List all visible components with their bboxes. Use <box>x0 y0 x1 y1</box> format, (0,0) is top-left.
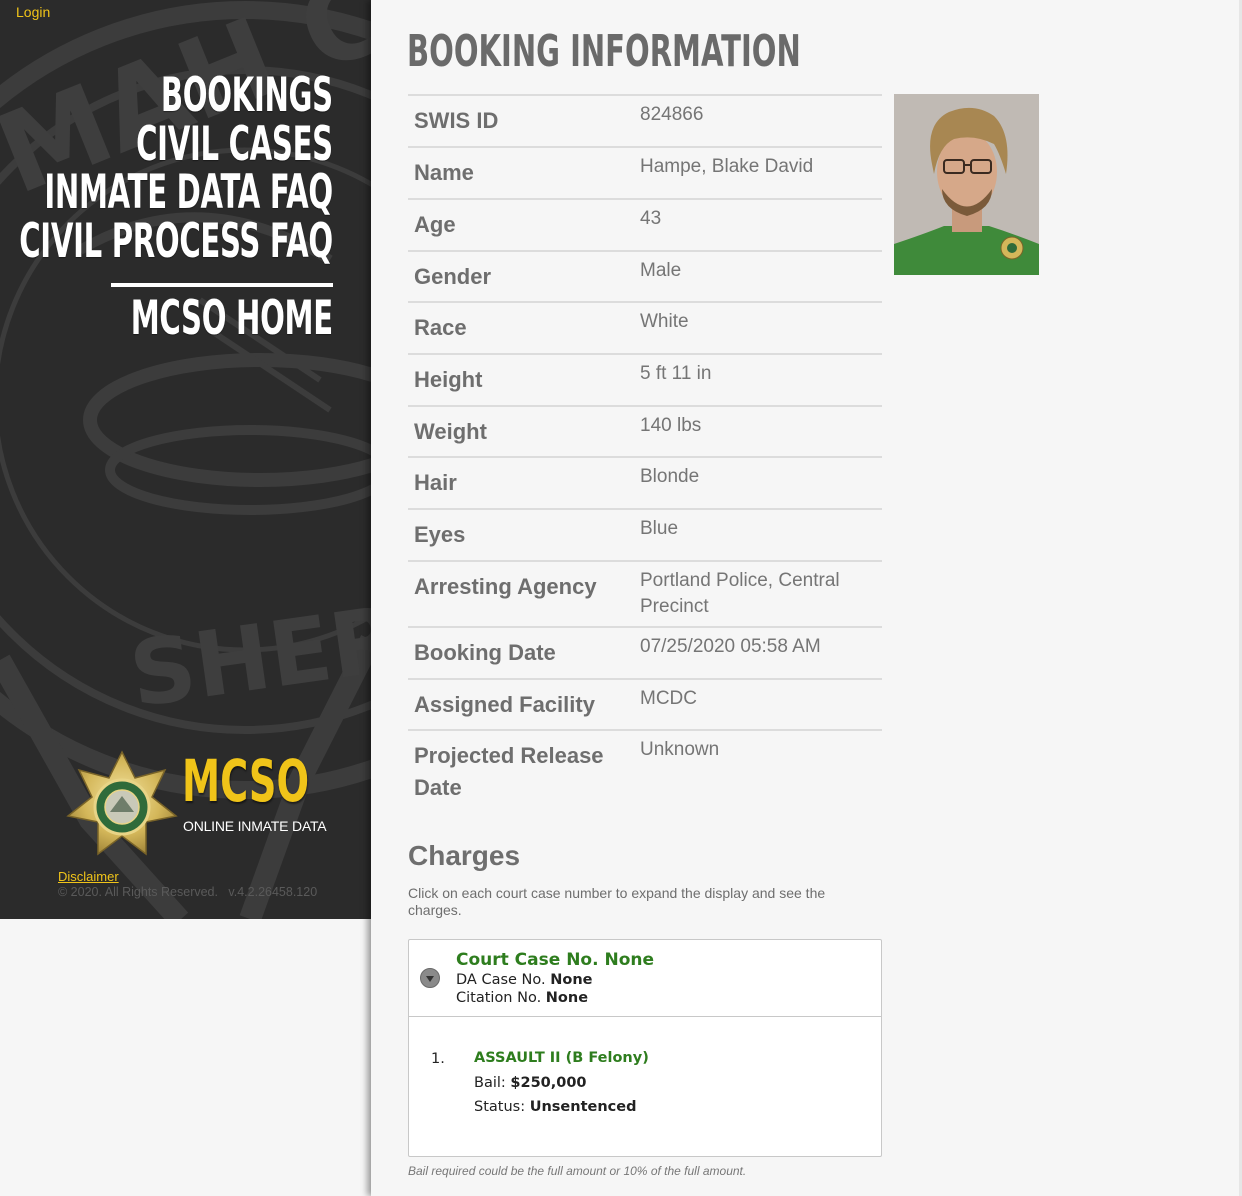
da-case-label: DA Case No. <box>456 972 546 988</box>
field-value: Male <box>634 250 882 302</box>
table-row: Booking Date 07/25/2020 05:58 AM <box>408 626 882 679</box>
field-value: 5 ft 11 in <box>634 353 882 406</box>
court-case-header[interactable]: Court Case No. None DA Case No. None Cit… <box>409 940 881 1017</box>
field-label: Hair <box>408 456 634 509</box>
field-label: Eyes <box>408 508 634 561</box>
main-nav: BOOKINGS CIVIL CASES INMATE DATA FAQ CIV… <box>0 71 334 344</box>
mcso-logo[interactable]: MCSO ONLINE INMATE DATA <box>66 750 356 860</box>
charge-bail: Bail: $250,000 <box>474 1075 587 1091</box>
citation-line: Citation No. None <box>456 990 588 1006</box>
field-label: Gender <box>408 250 634 302</box>
table-row: SWIS ID 824866 <box>408 94 882 147</box>
sidebar: MAH CO SHER Login BOOKINGS CIVIL CASES I… <box>0 0 371 919</box>
bail-amount: $250,000 <box>510 1075 587 1091</box>
field-value: Blue <box>634 508 882 561</box>
table-row: Assigned Facility MCDC <box>408 678 882 730</box>
nav-civil-process-faq[interactable]: CIVIL PROCESS FAQ <box>19 217 333 267</box>
version-text: v.4.2.26458.120 <box>228 885 318 899</box>
table-row: Race White <box>408 301 882 354</box>
table-row: Hair Blonde <box>408 456 882 509</box>
table-row: Projected Release Date Unknown <box>408 729 882 804</box>
table-row: Eyes Blue <box>408 508 882 561</box>
field-label: SWIS ID <box>408 94 634 147</box>
field-label: Booking Date <box>408 626 634 679</box>
nav-inmate-data-faq[interactable]: INMATE DATA FAQ <box>19 168 334 218</box>
charge-name: ASSAULT II (B Felony) <box>474 1050 649 1066</box>
page-title: BOOKING INFORMATION <box>407 26 801 77</box>
booking-info-table: SWIS ID 824866 Name Hampe, Blake David Age… <box>408 94 882 804</box>
field-value: MCDC <box>634 678 882 730</box>
field-value: Unknown <box>634 729 882 804</box>
collapse-toggle-icon[interactable] <box>420 968 440 988</box>
field-label: Assigned Facility <box>408 678 634 730</box>
field-value: 43 <box>634 198 882 251</box>
table-row: Weight 140 lbs <box>408 405 882 457</box>
field-value: Hampe, Blake David <box>634 146 882 199</box>
citation-label: Citation No. <box>456 990 542 1006</box>
citation-value: None <box>545 990 589 1006</box>
bail-note: Bail required could be the full amount o… <box>408 1164 747 1178</box>
table-row: Height 5 ft 11 in <box>408 353 882 406</box>
footer-copyright: © 2020. All Rights Reserved. v.4.2.26458… <box>58 885 317 899</box>
field-value: 140 lbs <box>634 405 882 457</box>
charges-heading: Charges <box>408 840 521 871</box>
field-value: 07/25/2020 05:58 AM <box>634 626 882 679</box>
disclaimer-link[interactable]: Disclaimer <box>58 869 119 884</box>
da-case-value: None <box>550 972 593 988</box>
nav-divider <box>111 283 333 287</box>
logo-subtitle: ONLINE INMATE DATA <box>183 818 327 834</box>
field-value: Portland Police, Central Precinct <box>634 560 882 627</box>
booking-photo <box>894 94 1039 275</box>
table-row: Arresting Agency Portland Police, Central… <box>408 560 882 627</box>
table-row: Age 43 <box>408 198 882 251</box>
field-value: White <box>634 301 882 354</box>
field-label: Arresting Agency <box>408 560 634 627</box>
field-label: Race <box>408 301 634 354</box>
table-row: Name Hampe, Blake David <box>408 146 882 199</box>
da-case-line: DA Case No. None <box>456 972 592 988</box>
field-label: Name <box>408 146 634 199</box>
nav-mcso-home[interactable]: MCSO HOME <box>19 294 333 344</box>
table-row: Gender Male <box>408 250 882 302</box>
field-value: Blonde <box>634 456 882 509</box>
field-label: Age <box>408 198 634 251</box>
bail-label: Bail: <box>474 1075 506 1091</box>
charge-status: Status: Unsentenced <box>474 1099 637 1115</box>
logo-title: MCSO <box>182 747 310 815</box>
status-value: Unsentenced <box>529 1099 637 1115</box>
field-label: Height <box>408 353 634 406</box>
charges-instructions: Click on each court case number to expan… <box>408 885 826 918</box>
sheriff-star-icon <box>66 750 178 856</box>
login-link[interactable]: Login <box>16 4 50 20</box>
nav-civil-cases[interactable]: CIVIL CASES <box>19 120 333 170</box>
charge-number: 1. <box>431 1051 445 1067</box>
field-value: 824866 <box>634 94 882 147</box>
copyright-text: © 2020. All Rights Reserved. <box>58 885 218 899</box>
court-case-number[interactable]: Court Case No. None <box>456 950 654 970</box>
status-label: Status: <box>474 1099 526 1115</box>
nav-bookings[interactable]: BOOKINGS <box>19 71 333 121</box>
court-case-panel: Court Case No. None DA Case No. None Cit… <box>408 939 882 1157</box>
field-label: Projected Release Date <box>408 729 634 804</box>
main-content: BOOKING INFORMATION SWIS ID 824866 Name Ha… <box>371 0 1239 1196</box>
field-label: Weight <box>408 405 634 457</box>
